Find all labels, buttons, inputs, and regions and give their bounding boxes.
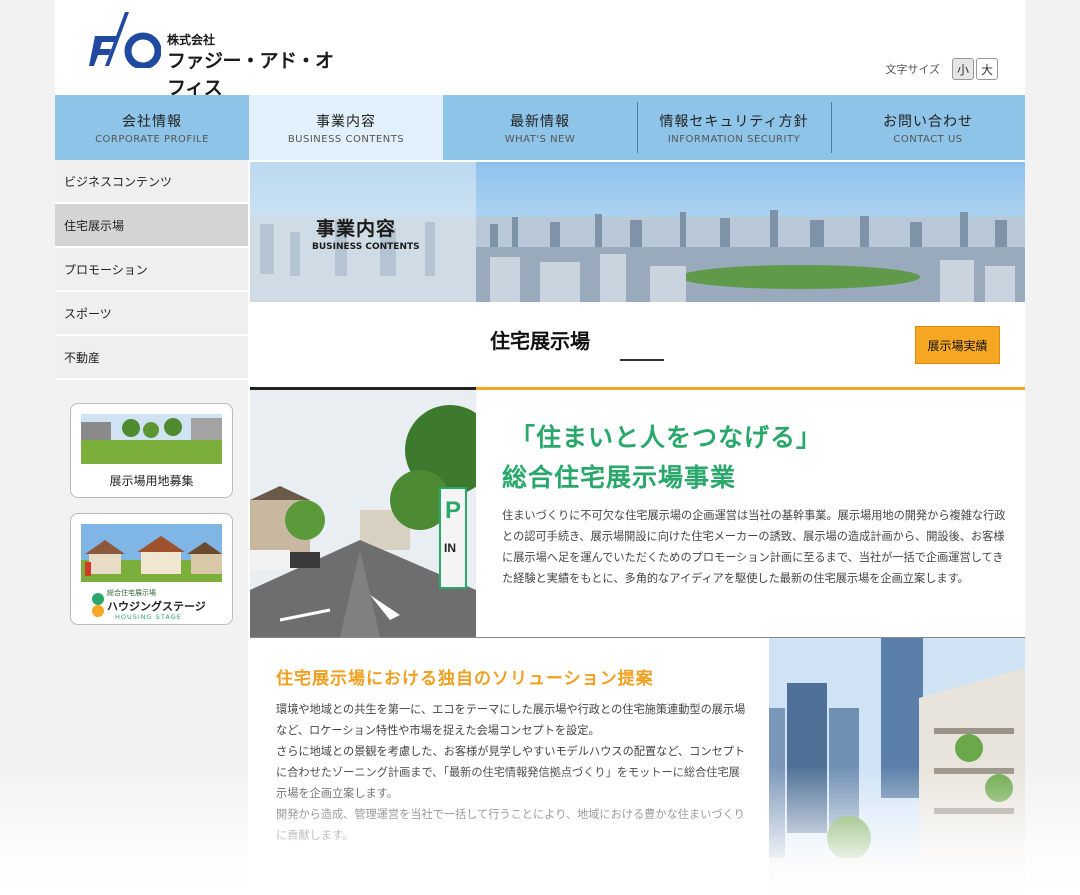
block1-headline-1: 「住まいと人をつなげる」: [510, 423, 823, 452]
parking-sign-in: IN: [444, 541, 456, 555]
parking-sign: P: [445, 497, 461, 524]
nav-sublabel: CONTACT US: [893, 133, 963, 145]
hero-subtitle: BUSINESS CONTENTS: [312, 242, 420, 252]
block1-paragraph: 住まいづくりに不可欠な住宅展示場の企画運営は当社の基幹事業。展示場用地の開発から…: [502, 509, 1006, 585]
block2-headline: 住宅展示場における独自のソリューション提案: [276, 669, 654, 689]
exhibition-street-photo: P IN: [250, 390, 476, 637]
logo-mark-icon: [89, 12, 161, 68]
modern-building-photo: [769, 638, 1025, 895]
nav-sublabel: BUSINESS CONTENTS: [287, 133, 405, 145]
sidebar-item-business-contents[interactable]: ビジネスコンテンツ: [55, 160, 248, 204]
sidebar-item-real-estate[interactable]: 不動産: [55, 336, 248, 380]
exhibition-results-button[interactable]: 展示場実績: [915, 326, 1000, 364]
global-nav: 会社情報 CORPORATE PROFILE 事業内容 BUSINESS CON…: [55, 95, 1025, 160]
nav-information-security[interactable]: 情報セキュリティ方針 INFORMATION SECURITY: [637, 95, 831, 160]
housing-stage-photo: [81, 524, 222, 582]
block1-headline-2: 総合住宅展示場事業: [502, 463, 737, 492]
nav-label: 会社情報: [122, 113, 182, 130]
hero-banner: 事業内容 BUSINESS CONTENTS: [250, 162, 1025, 302]
banner-title: ハウジングステージ: [107, 600, 206, 613]
page: 株式会社 ファジー・アド・オフィス 文字サイズ 小 大 会社情報 CORPORA…: [55, 0, 1025, 895]
housing-stage-logo-icon: [92, 593, 104, 617]
land-photo: [81, 414, 222, 464]
font-small-button[interactable]: 小: [952, 58, 974, 80]
land-recruitment-banner[interactable]: 展示場用地募集: [70, 403, 233, 498]
font-large-button[interactable]: 大: [976, 58, 998, 80]
housing-stage-banner[interactable]: 総合住宅展示場 ハウジングステージ HOUSING STAGE: [70, 513, 233, 625]
hero-title: 事業内容: [316, 218, 397, 240]
page-title: 住宅展示場: [490, 329, 590, 353]
company-name: ファジー・アド・オフィス: [167, 50, 334, 99]
nav-label: お問い合わせ: [883, 113, 973, 130]
block2-text: 環境や地域との共生を第一に、エコをテーマにした展示場や行政との住宅施策連動型の展…: [276, 699, 746, 846]
block2-paragraph-1: 環境や地域との共生を第一に、エコをテーマにした展示場や行政との住宅施策連動型の展…: [276, 703, 746, 737]
font-size-label: 文字サイズ: [885, 63, 940, 76]
sidebar-item-sports[interactable]: スポーツ: [55, 292, 248, 336]
block2-paragraph-3: 開発から造成、管理運営を当社で一括して行うことにより、地域における豊かな住まいづ…: [276, 808, 745, 842]
nav-label: 最新情報: [510, 113, 570, 130]
nav-corporate-profile[interactable]: 会社情報 CORPORATE PROFILE: [55, 95, 249, 160]
banner-label: 展示場用地募集: [109, 474, 194, 488]
block2-paragraph-2: さらに地域との景観を考慮した、お客様が見学しやすいモデルハウスの配置など、コンセ…: [276, 745, 746, 800]
nav-sublabel: CORPORATE PROFILE: [95, 133, 209, 145]
sidebar-item-promotion[interactable]: プロモーション: [55, 248, 248, 292]
nav-business-contents[interactable]: 事業内容 BUSINESS CONTENTS: [249, 95, 443, 160]
nav-whats-new[interactable]: 最新情報 WHAT'S NEW: [443, 95, 637, 160]
nav-contact-us[interactable]: お問い合わせ CONTACT US: [831, 95, 1025, 160]
nav-sublabel: WHAT'S NEW: [504, 133, 576, 145]
nav-label: 情報セキュリティ方針: [659, 113, 809, 130]
sidebar: ビジネスコンテンツ 住宅展示場 プロモーション スポーツ 不動産 展示場用地募集: [55, 160, 248, 895]
company-logo[interactable]: 株式会社 ファジー・アド・オフィス: [89, 12, 349, 99]
font-size-control: 文字サイズ 小 大: [885, 58, 998, 80]
divider-orange: [476, 387, 1025, 390]
nav-label: 事業内容: [316, 113, 376, 130]
sidebar-item-housing-exhibition[interactable]: 住宅展示場: [55, 204, 248, 248]
nav-sublabel: INFORMATION SECURITY: [667, 133, 801, 145]
banner-en: HOUSING STAGE: [115, 613, 182, 621]
banner-sublabel: 総合住宅展示場: [107, 589, 156, 597]
title-underline: [620, 359, 664, 361]
